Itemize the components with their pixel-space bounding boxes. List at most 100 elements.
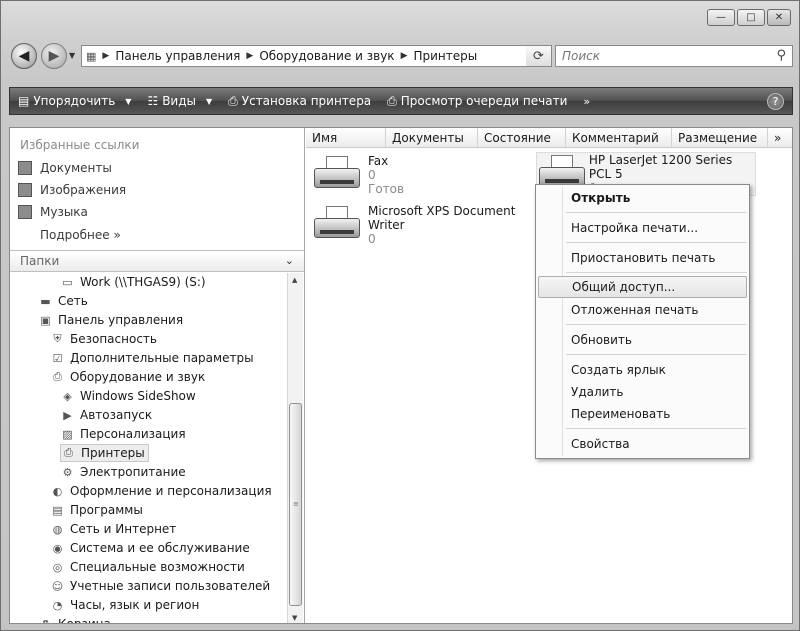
scrollbar-thumb[interactable]: ≡ — [289, 403, 302, 606]
network-icon: ▬ — [40, 294, 51, 308]
menu-separator — [566, 354, 747, 355]
more-commands-button[interactable]: » — [575, 95, 598, 108]
tree-item[interactable]: ▨ Персонализация — [60, 425, 185, 443]
tree-item[interactable]: ◎ Специальные возможности — [50, 558, 245, 576]
tree-item[interactable]: ⎙ Оборудование и звук — [50, 368, 205, 386]
views-button[interactable]: ☷ Виды ▼ — [139, 88, 220, 114]
column-name[interactable]: ⌃ Имя — [306, 128, 386, 147]
menu-pause-printing[interactable]: Приостановить печать — [538, 247, 747, 269]
favorite-label: Изображения — [40, 183, 127, 197]
menu-create-shortcut[interactable]: Создать ярлык — [538, 359, 747, 381]
see-queue-button[interactable]: ⎙ Просмотр очереди печати — [379, 88, 575, 114]
organize-button[interactable]: ▤ Упорядочить ▼ — [10, 88, 139, 114]
address-bar[interactable]: ▦ ▶ Панель управления ▶ Оборудование и з… — [81, 45, 549, 67]
tree-item[interactable]: ◍ Сеть и Интернет — [50, 520, 177, 538]
column-headers: ⌃ Имя Документы Состояние Комментарий Ра… — [306, 128, 792, 148]
favorite-pictures[interactable]: Изображения — [18, 183, 126, 197]
tree-item[interactable]: ◉ Система и ее обслуживание — [50, 539, 250, 557]
system-icon: ◉ — [52, 541, 63, 555]
tree-item-label: Сеть — [58, 294, 88, 308]
tree-item-label: Дополнительные параметры — [70, 351, 254, 365]
search-input[interactable] — [562, 49, 762, 63]
add-printer-label: Установка принтера — [241, 94, 372, 108]
recent-pages-dropdown[interactable]: ▼ — [69, 51, 75, 60]
column-status[interactable]: Состояние — [478, 128, 566, 147]
grip-icon: ≡ — [293, 500, 299, 508]
column-location[interactable]: Размещение — [672, 128, 768, 147]
printer-name: HP LaserJet 1200 Series PCL 5 — [588, 153, 733, 181]
menu-rename[interactable]: Переименовать — [538, 403, 747, 425]
refresh-button[interactable]: ⟳ — [526, 45, 552, 67]
printer-docs: 0 — [368, 168, 376, 182]
documents-icon — [18, 161, 32, 175]
column-documents[interactable]: Документы — [386, 128, 478, 147]
tree-item[interactable]: ▤ Программы — [50, 501, 143, 519]
scroll-down-icon[interactable]: ▼ — [292, 614, 297, 622]
tree-item[interactable]: ◈ Windows SideShow — [60, 387, 195, 405]
tree-item-label: Сеть и Интернет — [70, 522, 177, 536]
column-comment[interactable]: Комментарий — [566, 128, 672, 147]
menu-properties[interactable]: Свойства — [538, 433, 747, 455]
menu-separator — [566, 272, 747, 273]
back-button[interactable]: ◀ — [11, 43, 37, 69]
chevron-down-icon: ▼ — [125, 96, 132, 106]
printer-name: Fax — [368, 154, 389, 168]
favorite-documents[interactable]: Документы — [18, 161, 112, 175]
printer-xps[interactable]: Microsoft XPS Document Writer 0 — [312, 204, 515, 246]
settings-icon: ☑ — [52, 351, 63, 365]
help-button[interactable]: ? — [767, 93, 784, 110]
breadcrumb-hardware-sound[interactable]: Оборудование и звук — [259, 49, 394, 63]
views-icon: ☷ — [147, 94, 159, 108]
menu-separator — [566, 428, 747, 429]
tree-item[interactable]: ▶ Автозапуск — [60, 406, 152, 424]
tree-item[interactable]: ☺ Учетные записи пользователей — [50, 577, 270, 595]
tree-item[interactable]: ⛨ Безопасность — [50, 330, 157, 348]
menu-use-offline[interactable]: Отложенная печать — [538, 299, 747, 321]
tree-item[interactable]: ▣ Панель управления — [38, 311, 183, 329]
menu-open[interactable]: Открыть — [538, 187, 747, 209]
favorite-music[interactable]: Музыка — [18, 205, 88, 219]
folders-header[interactable]: Папки ⌄ — [10, 250, 304, 272]
chevron-right-icon[interactable]: ▶ — [102, 51, 109, 61]
forward-button[interactable]: ▶ — [41, 43, 67, 69]
chevron-right-icon[interactable]: ▶ — [246, 51, 253, 61]
tree-item[interactable]: ⎙ Принтеры — [60, 444, 149, 462]
maximize-icon: □ — [746, 12, 756, 23]
maximize-button[interactable]: □ — [737, 9, 765, 26]
breadcrumb-printers[interactable]: Принтеры — [413, 49, 477, 63]
close-button[interactable]: ✕ — [767, 9, 791, 26]
scroll-up-icon[interactable]: ▲ — [292, 276, 297, 284]
tree-item[interactable]: ◔ Часы, язык и регион — [50, 596, 200, 614]
chevron-right-icon[interactable]: ▶ — [401, 51, 408, 61]
search-icon[interactable]: ⚲ — [776, 48, 786, 63]
close-icon: ✕ — [774, 12, 784, 23]
tree-item[interactable]: ☑ Дополнительные параметры — [50, 349, 254, 367]
favorite-label: Документы — [40, 161, 112, 175]
accessibility-icon: ◎ — [52, 560, 63, 574]
favorites-more-link[interactable]: Подробнее » — [40, 228, 121, 242]
tree-item-label: Учетные записи пользователей — [70, 579, 271, 593]
breadcrumb-control-panel[interactable]: Панель управления — [115, 49, 240, 63]
fax-icon — [312, 154, 362, 194]
tree-item[interactable]: ♻ Корзина — [38, 615, 111, 623]
tree-item[interactable]: ◐ Оформление и персонализация — [50, 482, 272, 500]
menu-sharing[interactable]: Общий доступ... — [538, 276, 747, 298]
more-columns-button[interactable]: » — [768, 128, 792, 147]
tree-item[interactable]: ▬ Сеть — [38, 292, 88, 310]
sideshow-icon: ◈ — [63, 389, 72, 403]
column-label: Документы — [392, 130, 464, 145]
tree-item[interactable]: ▭ Work (\\THGAS9) (S:) — [60, 273, 205, 291]
music-icon — [18, 205, 32, 219]
tree-item[interactable]: ⚙ Электропитание — [60, 463, 186, 481]
folder-tree-scrollbar[interactable]: ▲ ≡ ▼ — [287, 273, 303, 623]
printer-docs: 0 — [368, 232, 376, 246]
menu-printing-preferences[interactable]: Настройка печати... — [538, 217, 747, 239]
column-label: Комментарий — [572, 130, 659, 145]
minimize-button[interactable]: — — [707, 9, 735, 26]
menu-delete[interactable]: Удалить — [538, 381, 747, 403]
appearance-icon: ◐ — [52, 484, 63, 498]
menu-separator — [566, 324, 747, 325]
add-printer-button[interactable]: ⎙ Установка принтера — [220, 88, 379, 114]
printer-fax[interactable]: Fax 0 Готов — [312, 154, 404, 196]
menu-refresh[interactable]: Обновить — [538, 329, 747, 351]
